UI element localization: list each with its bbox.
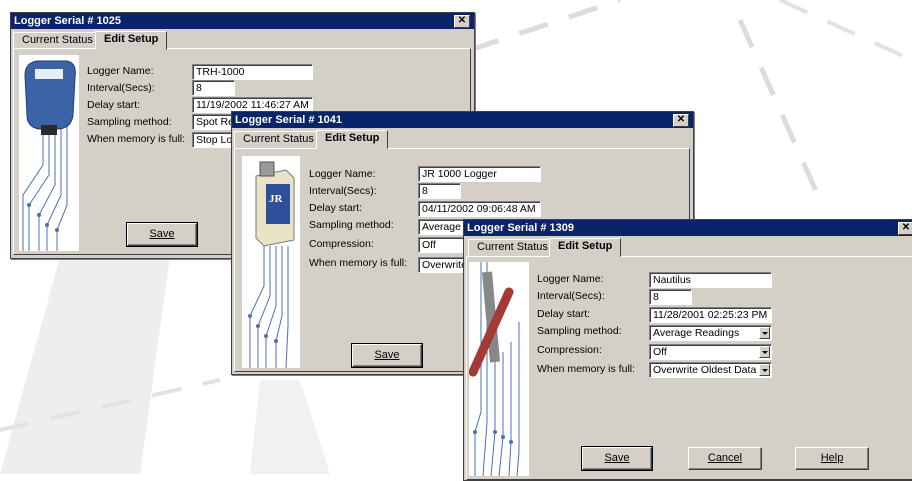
title-bar[interactable]: Logger Serial # 1309 [464, 220, 912, 236]
compression-value: Off [653, 346, 667, 358]
compression-label: Compression: [537, 344, 602, 356]
delay-start-label: Delay start: [537, 308, 591, 320]
logger-name-label: Logger Name: [309, 168, 376, 180]
interval-field[interactable]: 8 [649, 289, 692, 305]
interval-field[interactable]: 8 [192, 80, 235, 96]
title-bar[interactable]: Logger Serial # 1041 [232, 112, 693, 128]
close-icon: ✕ [901, 222, 911, 233]
interval-label: Interval(Secs): [537, 290, 605, 302]
tab-current-status[interactable]: Current Status [468, 239, 557, 256]
delay-start-label: Delay start: [309, 202, 363, 214]
interval-field[interactable]: 8 [418, 183, 461, 199]
logger-device-image [469, 262, 529, 476]
sampling-method-select[interactable]: Average Readings [649, 325, 772, 341]
compression-select[interactable]: Off [649, 344, 772, 360]
sampling-method-label: Sampling method: [87, 116, 172, 128]
sampling-method-label: Sampling method: [537, 325, 622, 337]
close-button[interactable]: ✕ [454, 15, 470, 28]
tab-edit-setup[interactable]: Edit Setup [316, 130, 389, 149]
memory-full-value: Overwrite Oldest Data [653, 364, 757, 376]
tab-current-status[interactable]: Current Status [13, 32, 102, 49]
save-button[interactable]: Save [581, 446, 653, 471]
save-button[interactable]: Save [126, 222, 198, 247]
chevron-down-icon[interactable] [759, 346, 770, 358]
delay-start-field[interactable]: 04/11/2002 09:06:48 AM [418, 201, 541, 217]
interval-label: Interval(Secs): [87, 82, 155, 94]
memory-full-label: When memory is full: [309, 257, 408, 269]
interval-label: Interval(Secs): [309, 185, 377, 197]
svg-text:JR: JR [269, 193, 284, 205]
memory-full-select[interactable]: Overwrite Oldest Data [649, 362, 772, 378]
compression-value: Off [422, 239, 436, 251]
title-bar[interactable]: Logger Serial # 1025 [11, 13, 474, 29]
tab-edit-setup[interactable]: Edit Setup [549, 238, 622, 257]
close-button[interactable]: ✕ [898, 222, 912, 235]
sampling-method-label: Sampling method: [309, 219, 394, 231]
tab-current-status[interactable]: Current Status [234, 131, 323, 148]
delay-start-label: Delay start: [87, 99, 141, 111]
sampling-method-value: Average Readings [653, 327, 740, 339]
logger-name-field[interactable]: JR 1000 Logger [418, 166, 541, 182]
chevron-down-icon[interactable] [759, 327, 770, 339]
window-title: Logger Serial # 1309 [467, 222, 574, 234]
logger-name-field[interactable]: Nautilus [649, 272, 772, 288]
window-title: Logger Serial # 1025 [14, 15, 121, 27]
window-title: Logger Serial # 1041 [235, 114, 342, 126]
help-button[interactable]: Help [795, 447, 869, 470]
tab-edit-setup[interactable]: Edit Setup [95, 31, 168, 50]
close-icon: ✕ [457, 15, 467, 26]
compression-label: Compression: [309, 238, 374, 250]
memory-full-label: When memory is full: [537, 363, 636, 375]
logger-window-1309: Logger Serial # 1309 ✕ Current Status Ed… [463, 219, 912, 481]
delay-start-field[interactable]: 11/28/2001 02:25:23 PM [649, 307, 772, 323]
logger-device-image [19, 55, 79, 251]
cancel-button[interactable]: Cancel [688, 447, 762, 470]
close-icon: ✕ [676, 114, 686, 125]
logger-name-field[interactable]: TRH-1000 [192, 64, 313, 80]
logger-name-label: Logger Name: [87, 65, 154, 77]
logger-device-image: JR [242, 156, 300, 368]
close-button[interactable]: ✕ [673, 114, 689, 127]
save-button[interactable]: Save [351, 343, 423, 368]
memory-full-label: When memory is full: [87, 133, 186, 145]
chevron-down-icon[interactable] [759, 364, 770, 376]
logger-name-label: Logger Name: [537, 273, 604, 285]
